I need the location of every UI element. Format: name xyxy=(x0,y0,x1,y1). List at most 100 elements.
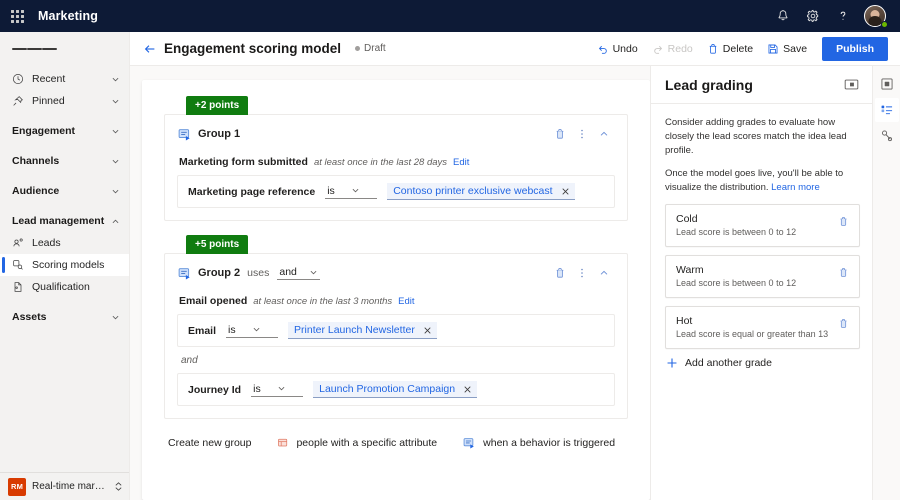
condition-edit-link[interactable]: Edit xyxy=(453,157,469,168)
grade-name: Hot xyxy=(676,315,693,327)
grade-card-hot[interactable]: Hot Lead score is equal or greater than … xyxy=(665,306,860,349)
help-question-icon[interactable] xyxy=(828,0,858,32)
chevron-down-icon[interactable] xyxy=(109,157,121,166)
canvas-card: +2 points Group 1 Marketing form submitt… xyxy=(142,80,650,500)
sidebar-collapse-icon[interactable] xyxy=(0,32,129,66)
panel-header: Lead grading xyxy=(651,66,872,104)
add-another-grade-label: Add another grade xyxy=(685,357,772,369)
create-group-attribute-option[interactable]: people with a specific attribute xyxy=(277,437,437,449)
attribute-row: Journey Id is Launch Promotion Campaign xyxy=(177,373,615,406)
lead-grading-panel-icon[interactable] xyxy=(874,98,899,122)
chevron-up-icon[interactable] xyxy=(109,217,121,226)
attribute-label: Email xyxy=(188,324,217,337)
area-badge: RM xyxy=(8,477,26,496)
value-text: Contoso printer exclusive webcast xyxy=(393,185,553,197)
group-header: Group 2 uses and xyxy=(177,263,615,283)
sidebar-item-pinned[interactable]: Pinned xyxy=(0,90,129,112)
area-switcher-label: Real-time marketi... xyxy=(32,481,108,492)
nav-divider-space xyxy=(0,172,129,180)
chevron-down-icon[interactable] xyxy=(109,97,121,106)
scoring-model-icon xyxy=(12,259,28,271)
app-launcher-icon[interactable] xyxy=(0,0,34,32)
sidebar-group-label: Assets xyxy=(12,311,47,323)
remove-value-close-icon[interactable] xyxy=(463,385,472,394)
nav-divider-space xyxy=(0,202,129,210)
nav-divider-space xyxy=(0,112,129,120)
behavior-group-icon xyxy=(177,127,193,142)
group-block: +5 points Group 2 uses and Email opened … xyxy=(164,235,628,419)
sidebar-group-lead-management[interactable]: Lead management xyxy=(0,210,129,232)
chevron-down-icon[interactable] xyxy=(109,313,121,322)
panel-body: Consider adding grades to evaluate how c… xyxy=(651,104,872,500)
save-button[interactable]: Save xyxy=(760,37,814,61)
group-delete-icon[interactable] xyxy=(549,124,571,144)
avatar[interactable] xyxy=(858,0,892,32)
learn-more-link[interactable]: Learn more xyxy=(771,182,820,193)
operator-select[interactable]: is xyxy=(226,324,279,338)
clock-icon xyxy=(12,73,28,85)
grade-delete-trash-icon[interactable] xyxy=(835,264,851,280)
sidebar-item-recent[interactable]: Recent xyxy=(0,68,129,90)
collapse-panel-icon[interactable] xyxy=(842,76,860,94)
value-pill[interactable]: Contoso printer exclusive webcast xyxy=(387,183,575,200)
condition-description: at least once in the last 3 months xyxy=(253,296,393,307)
group-logic-operator-select[interactable]: and xyxy=(277,266,320,280)
grade-delete-trash-icon[interactable] xyxy=(835,315,851,331)
remove-value-close-icon[interactable] xyxy=(561,187,570,196)
delete-button[interactable]: Delete xyxy=(700,37,760,61)
nav-divider-space xyxy=(0,142,129,150)
sidebar-item-label: Pinned xyxy=(32,95,65,107)
condition-line: Marketing form submitted at least once i… xyxy=(179,156,615,168)
group-more-options-icon[interactable] xyxy=(571,263,593,283)
behavior-group-icon xyxy=(177,266,193,281)
sidebar-group-engagement[interactable]: Engagement xyxy=(0,120,129,142)
sidebar-group-channels[interactable]: Channels xyxy=(0,150,129,172)
value-pill[interactable]: Printer Launch Newsletter xyxy=(288,322,437,339)
group-collapse-chevron-up-icon[interactable] xyxy=(593,124,615,144)
value-pill[interactable]: Launch Promotion Campaign xyxy=(313,381,478,398)
related-panel-icon[interactable] xyxy=(875,124,899,148)
add-another-grade-button[interactable]: Add another grade xyxy=(665,357,860,369)
save-disk-icon xyxy=(767,43,779,55)
trash-icon xyxy=(707,43,719,55)
sidebar: Recent Pinned Engagement Channels Audien… xyxy=(0,32,130,500)
notification-bell-icon[interactable] xyxy=(768,0,798,32)
sidebar-group-label: Lead management xyxy=(12,215,105,227)
scoring-canvas: +2 points Group 1 Marketing form submitt… xyxy=(130,66,650,500)
group-delete-icon[interactable] xyxy=(549,263,571,283)
sidebar-group-assets[interactable]: Assets xyxy=(0,306,129,328)
properties-panel-icon[interactable] xyxy=(875,72,899,96)
condition-edit-link[interactable]: Edit xyxy=(398,296,414,307)
chevron-down-icon xyxy=(309,268,318,277)
back-arrow-icon[interactable] xyxy=(140,38,160,60)
chevron-down-icon[interactable] xyxy=(109,187,121,196)
grade-text: Cold Lead score is between 0 to 12 xyxy=(676,213,835,237)
grade-card-cold[interactable]: Cold Lead score is between 0 to 12 xyxy=(665,204,860,247)
grade-card-warm[interactable]: Warm Lead score is between 0 to 12 xyxy=(665,255,860,298)
settings-gear-icon[interactable] xyxy=(798,0,828,32)
create-group-behavior-option[interactable]: when a behavior is triggered xyxy=(463,437,615,449)
area-switcher-chevron-icon[interactable] xyxy=(114,481,123,492)
undo-button[interactable]: Undo xyxy=(590,37,645,61)
publish-button[interactable]: Publish xyxy=(822,36,888,61)
group-name: Group 1 xyxy=(198,128,241,140)
operator-select[interactable]: is xyxy=(251,383,304,397)
group-more-options-icon[interactable] xyxy=(571,124,593,144)
operator-select[interactable]: is xyxy=(325,185,378,199)
group-collapse-chevron-up-icon[interactable] xyxy=(593,263,615,283)
condition-name: Marketing form submitted xyxy=(179,156,308,168)
redo-button[interactable]: Redo xyxy=(645,37,700,61)
chevron-down-icon[interactable] xyxy=(109,127,121,136)
chevron-down-icon[interactable] xyxy=(109,75,121,84)
sidebar-item-qualification[interactable]: Qualification xyxy=(0,276,129,298)
sidebar-item-scoring-models[interactable]: Scoring models xyxy=(0,254,129,276)
sidebar-item-leads[interactable]: Leads xyxy=(0,232,129,254)
row-join-operator: and xyxy=(181,355,198,366)
attribute-group-icon xyxy=(277,437,289,449)
delete-label: Delete xyxy=(722,42,754,55)
sidebar-group-audience[interactable]: Audience xyxy=(0,180,129,202)
top-brand-bar: Marketing xyxy=(0,0,900,32)
remove-value-close-icon[interactable] xyxy=(423,326,432,335)
area-switcher[interactable]: RM Real-time marketi... xyxy=(0,472,129,500)
grade-delete-trash-icon[interactable] xyxy=(835,213,851,229)
